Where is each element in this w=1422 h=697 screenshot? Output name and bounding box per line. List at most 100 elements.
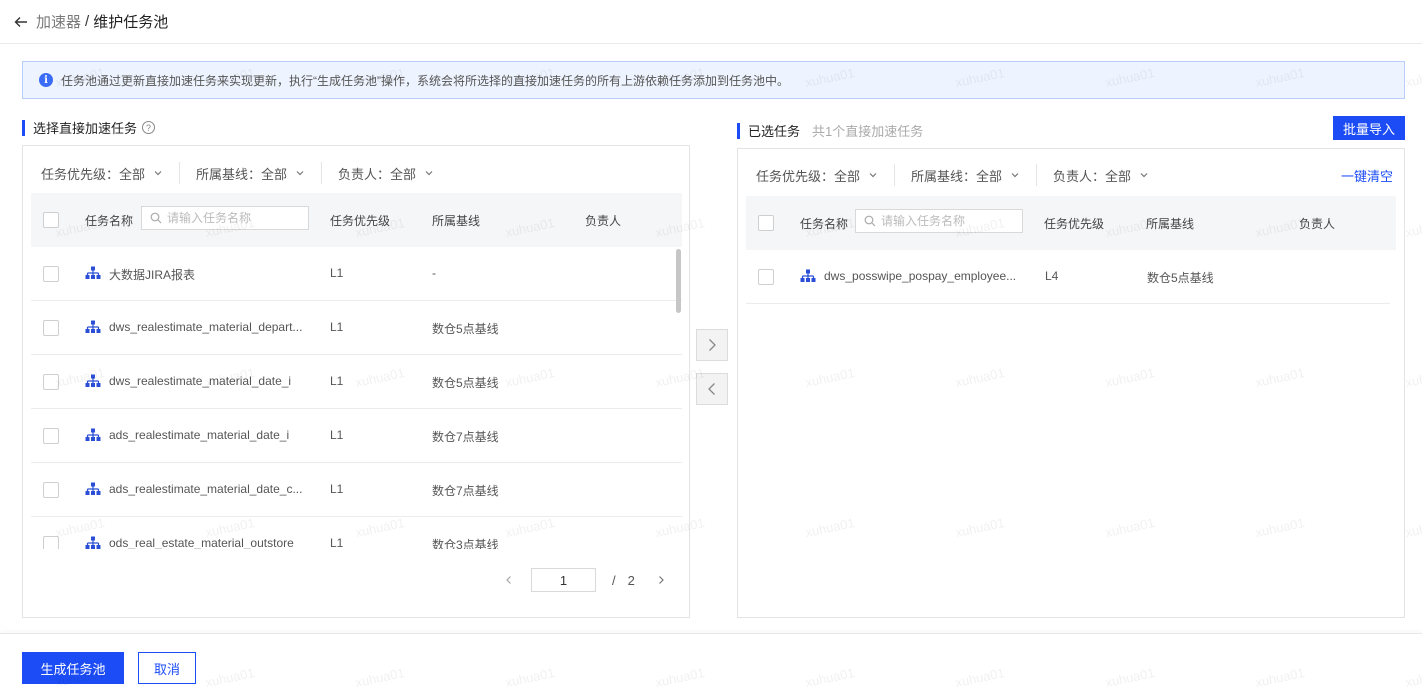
generate-task-pool-button[interactable]: 生成任务池 [22,652,124,684]
back-arrow-icon[interactable] [14,15,28,29]
row-priority: L1 [330,374,344,388]
right-filter-owner[interactable]: 负责人：全部 [1037,164,1165,186]
left-filter-bar: 任务优先级：全部 所属基线：全部 负责人：全部 [25,158,450,188]
search-icon [150,212,162,224]
task-tree-icon [85,482,101,496]
left-search-input[interactable] [167,211,297,225]
filter-label: 负责人：全部 [338,166,417,182]
row-baseline: 数仓7点基线 [432,430,499,444]
task-tree-icon [85,428,101,442]
breadcrumb-parent[interactable]: 加速器 [36,11,81,32]
next-page-icon[interactable] [653,572,669,588]
table-row[interactable]: ods_real_estate_material_outstore L1 数仓3点基… [31,517,682,549]
row-checkbox[interactable] [43,428,59,444]
right-title-text: 已选任务 [748,124,801,139]
right-search-input[interactable] [881,214,1011,228]
row-task-name: 大数据JIRA报表 [109,268,196,282]
row-checkbox[interactable] [43,266,59,282]
col-owner: 负责人 [585,214,622,228]
info-text: 任务池通过更新直接加速任务来实现更新，执行“生成任务池”操作，系统会将所选择的直… [61,73,789,88]
row-checkbox[interactable] [758,269,774,285]
col-baseline: 所属基线 [432,214,481,228]
row-priority: L1 [330,536,344,549]
row-priority: L4 [1045,269,1059,283]
info-banner: i 任务池通过更新直接加速任务来实现更新，执行“生成任务池”操作，系统会将所选择… [22,61,1405,99]
col-priority: 任务优先级 [1044,217,1105,231]
pagination: / 2 [501,568,669,592]
title-accent-bar [737,122,740,139]
row-baseline: 数仓5点基线 [1147,271,1214,285]
help-icon[interactable]: ? [142,121,156,134]
table-row[interactable]: 大数据JIRA报表 L1 - [31,247,682,301]
filter-label: 所属基线：全部 [196,166,288,182]
left-filter-priority[interactable]: 任务优先级：全部 [25,162,181,184]
page-title: 维护任务池 [93,14,169,31]
task-tree-icon [800,269,816,283]
task-tree-icon [85,320,101,334]
page-number-input[interactable] [531,568,596,592]
right-filter-baseline[interactable]: 所属基线：全部 [895,164,1038,186]
col-task-name: 任务名称 [800,217,849,231]
left-scrollbar[interactable] [676,249,681,313]
row-priority: L1 [330,428,344,442]
left-search-box[interactable] [141,206,309,230]
row-baseline: 数仓7点基线 [432,484,499,498]
right-search-box[interactable] [855,209,1023,233]
breadcrumb-separator: / [85,13,90,30]
select-all-checkbox[interactable] [758,215,774,231]
col-owner: 负责人 [1299,217,1336,231]
page-separator: / [612,572,616,588]
table-row[interactable]: dws_realestimate_material_date_i L1 数仓5点基线 [31,355,682,409]
watermark-text: xuhua01 [1403,364,1422,391]
table-row[interactable]: ads_realestimate_material_date_c... L1 数仓7… [31,463,682,517]
left-title-text: 选择直接加速任务 [33,121,138,136]
filter-label: 所属基线：全部 [911,168,1003,184]
left-table-body: 大数据JIRA报表 L1 - dws_realestimate_material_de… [23,247,691,549]
right-table-body: dws_posswipe_pospay_employee... L4 数仓5点基线 [738,250,1406,370]
row-baseline: - [432,266,436,280]
filter-label: 任务优先级：全部 [756,168,861,184]
right-filter-priority[interactable]: 任务优先级：全部 [740,164,896,186]
row-checkbox[interactable] [43,320,59,336]
left-table-header: 任务名称 任务优先级 所属基线 负责人 [31,193,682,247]
clear-all-link[interactable]: 一键清空 [1341,166,1393,185]
title-accent-bar [22,119,25,136]
move-left-button[interactable] [696,373,728,405]
col-priority: 任务优先级 [330,214,391,228]
row-task-name: ods_real_estate_material_outstore [109,536,294,549]
watermark-text: xuhua01 [1403,214,1422,241]
page-total: 2 [627,572,635,588]
chevron-down-icon [868,170,878,180]
table-row[interactable]: dws_posswipe_pospay_employee... L4 数仓5点基线 [746,250,1390,304]
chevron-down-icon [424,168,434,178]
row-priority: L1 [330,320,344,334]
row-baseline: 数仓5点基线 [432,322,499,336]
chevron-down-icon [295,168,305,178]
task-tree-icon [85,536,101,549]
row-task-name: dws_realestimate_material_date_i [109,374,292,388]
page-header: 加速器 / 维护任务池 [0,0,1422,44]
right-filter-bar: 任务优先级：全部 所属基线：全部 负责人：全部 [740,160,1165,190]
row-checkbox[interactable] [43,482,59,498]
batch-import-button[interactable]: 批量导入 [1333,116,1405,140]
search-icon [864,215,876,227]
left-filter-baseline[interactable]: 所属基线：全部 [180,162,323,184]
table-row[interactable]: ads_realestimate_material_date_i L1 数仓7点基线 [31,409,682,463]
task-tree-icon [85,266,101,280]
select-all-checkbox[interactable] [43,212,59,228]
row-checkbox[interactable] [43,374,59,390]
prev-page-icon[interactable] [501,572,517,588]
row-task-name: dws_realestimate_material_depart... [109,320,303,334]
left-section-title: 选择直接加速任务 ? [22,118,156,137]
move-right-button[interactable] [696,329,728,361]
selected-tasks-panel: 任务优先级：全部 所属基线：全部 负责人：全部 一键清空 任务名称 任务优先级 … [737,148,1405,618]
col-task-name: 任务名称 [85,214,134,228]
cancel-button[interactable]: 取消 [138,652,196,684]
left-filter-owner[interactable]: 负责人：全部 [322,162,450,184]
task-tree-icon [85,374,101,388]
chevron-left-icon [708,383,715,395]
chevron-right-icon [709,339,716,351]
page-footer [0,633,1422,697]
table-row[interactable]: dws_realestimate_material_depart... L1 数仓5… [31,301,682,355]
row-checkbox[interactable] [43,536,59,549]
